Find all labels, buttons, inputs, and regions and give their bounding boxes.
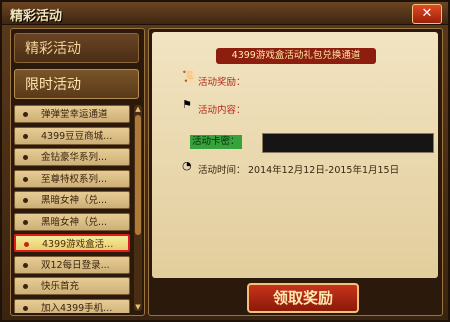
list-item[interactable]: 加入4399手机...: [14, 298, 130, 313]
bullet-icon: [23, 176, 28, 182]
list-item[interactable]: 4399豆豆商城...: [14, 126, 130, 145]
bullet-icon: [23, 112, 28, 117]
content-label: 活动内容：: [198, 105, 246, 116]
time-label: 活动时间：: [198, 165, 246, 176]
code-label: 活动卡密：: [190, 135, 242, 149]
bullet-icon: [24, 242, 29, 247]
list-item[interactable]: 快乐首充: [14, 277, 130, 295]
list-scrollbar[interactable]: ▲ ▼: [134, 105, 142, 311]
reward-label: 活动奖励：: [198, 77, 246, 88]
bullet-icon: [23, 219, 28, 225]
bullet-icon: [23, 262, 28, 268]
bullet-icon: [23, 305, 28, 311]
flag-icon: ⚑: [182, 98, 192, 111]
code-input[interactable]: [262, 133, 434, 153]
list-item[interactable]: 双12每日登录...: [14, 255, 130, 274]
window-title: 精彩活动: [10, 9, 63, 24]
activity-window: 精彩活动 ✕ 精彩活动 限时活动 弹弹堂幸运通道 4399豆豆商城... 金钻豪…: [0, 0, 450, 322]
scroll-down-icon[interactable]: ▼: [134, 303, 142, 311]
bullet-icon: [23, 133, 28, 139]
category-wonderful-events[interactable]: 精彩活动: [14, 33, 139, 63]
event-list: 弹弹堂幸运通道 4399豆豆商城... 金钻豪华系列... 至尊特权系列... …: [14, 105, 130, 313]
close-button[interactable]: ✕: [412, 4, 442, 24]
left-panel: 精彩活动 限时活动 弹弹堂幸运通道 4399豆豆商城... 金钻豪华系列... …: [10, 28, 145, 316]
list-item[interactable]: 黑暗女神（兑...: [14, 212, 130, 231]
detail-panel: 4399游戏盒活动礼包兑换通道 📜 活动奖励： ⚑ 活动内容： 活动卡密： ◔ …: [148, 28, 443, 316]
time-value: 2014年12月12日-2015年1月15日: [248, 165, 400, 176]
scroll-thumb[interactable]: [135, 115, 141, 235]
list-item[interactable]: 至尊特权系列...: [14, 169, 130, 188]
list-item[interactable]: 黑暗女神（兑...: [14, 191, 130, 209]
detail-content: 4399游戏盒活动礼包兑换通道 📜 活动奖励： ⚑ 活动内容： 活动卡密： ◔ …: [152, 32, 438, 278]
scroll-up-icon[interactable]: ▲: [134, 105, 142, 113]
bullet-icon: [23, 198, 28, 203]
event-banner: 4399游戏盒活动礼包兑换通道: [216, 48, 376, 64]
list-item[interactable]: 金钻豪华系列...: [14, 148, 130, 166]
bullet-icon: [23, 284, 28, 289]
list-item-selected[interactable]: 4399游戏盒活...: [14, 234, 130, 252]
claim-reward-button[interactable]: 领取奖励: [247, 283, 359, 313]
bullet-icon: [23, 155, 28, 160]
clock-icon: ◔: [182, 159, 192, 172]
category-limited-events[interactable]: 限时活动: [14, 69, 139, 99]
scroll-icon: 📜: [182, 70, 196, 83]
title-bar: 精彩活动 ✕: [2, 2, 448, 25]
list-item[interactable]: 弹弹堂幸运通道: [14, 105, 130, 123]
